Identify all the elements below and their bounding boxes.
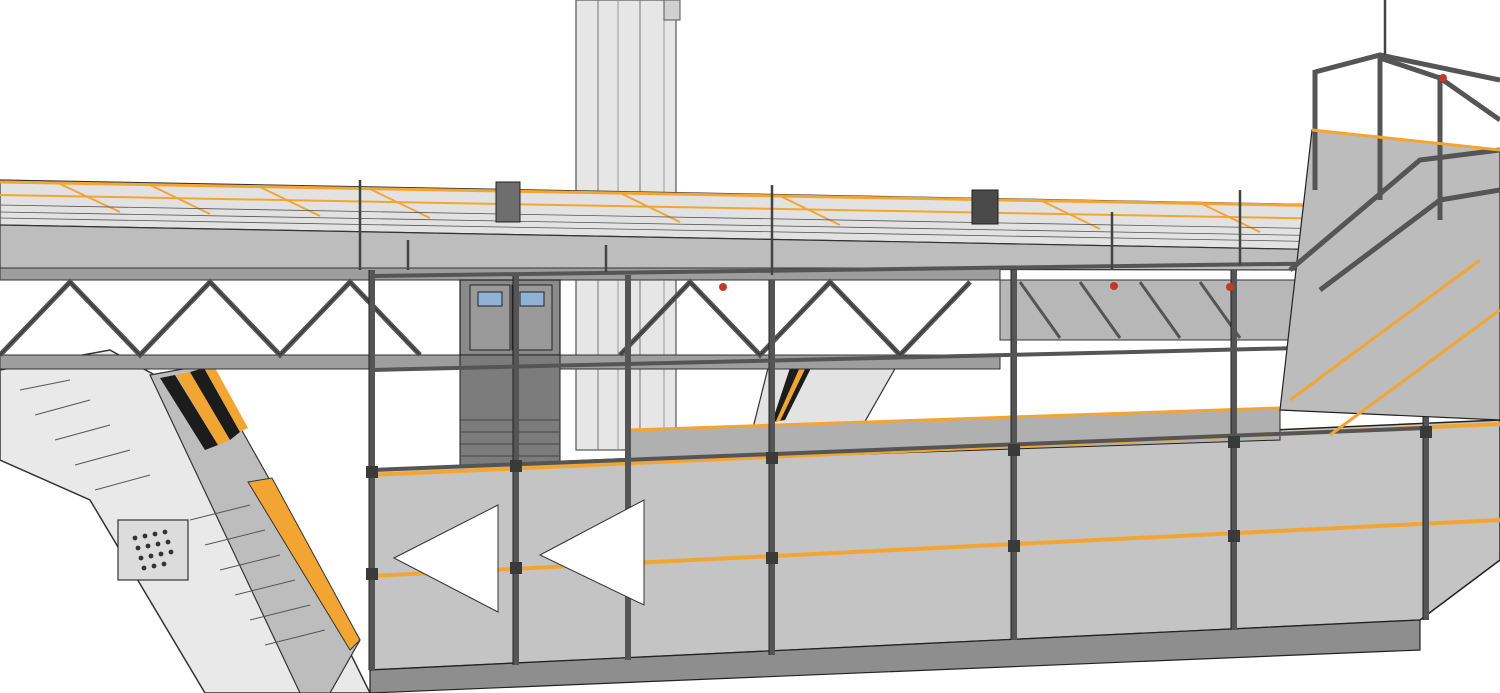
- industrial-structure-scene: [0, 0, 1500, 693]
- vent-grille: [117, 519, 189, 581]
- stair-railing: [1279, 52, 1500, 437]
- diagonal-ramp-structure: [0, 349, 371, 693]
- upper-walkway-deck: [0, 179, 1342, 271]
- double-door-with-windows: [459, 279, 561, 466]
